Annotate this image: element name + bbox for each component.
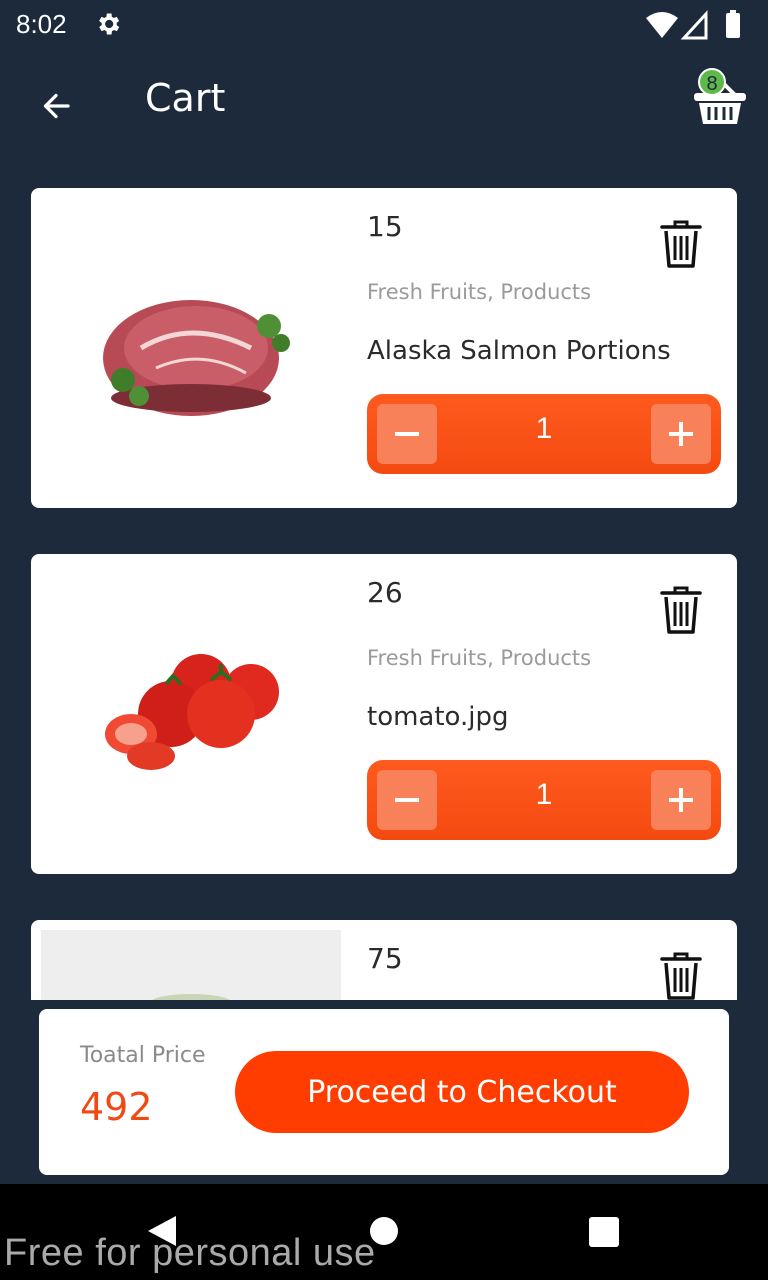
watermark: Free for personal use bbox=[4, 1232, 376, 1274]
item-price: 15 bbox=[367, 210, 403, 243]
delete-button[interactable] bbox=[659, 950, 703, 1000]
total-price-value: 492 bbox=[80, 1085, 153, 1129]
page-title: Cart bbox=[145, 76, 226, 120]
total-price-label: Toatal Price bbox=[80, 1043, 206, 1068]
status-time: 8:02 bbox=[16, 9, 67, 39]
trash-icon bbox=[660, 586, 702, 634]
battery-icon bbox=[726, 13, 740, 38]
trash-icon bbox=[660, 952, 702, 1000]
nav-recents-icon[interactable] bbox=[589, 1217, 619, 1247]
back-button[interactable] bbox=[32, 82, 80, 130]
minus-icon bbox=[395, 432, 419, 436]
product-image-meat bbox=[41, 198, 341, 498]
cart-item: 75 bbox=[31, 920, 737, 1000]
delete-button[interactable] bbox=[659, 584, 703, 636]
wifi-icon bbox=[646, 12, 678, 38]
product-image-tomatoes bbox=[41, 564, 341, 864]
signal-icon bbox=[680, 10, 708, 40]
quantity-value: 1 bbox=[535, 412, 553, 445]
item-name: Alaska Salmon Portions bbox=[367, 336, 671, 366]
cart-list[interactable]: 15 Fresh Fruits, Products Alaska Salmon … bbox=[31, 188, 737, 1000]
item-category: Fresh Fruits, Products bbox=[367, 646, 592, 670]
quantity-stepper: 1 bbox=[367, 760, 721, 840]
checkout-card: Toatal Price 492 Proceed to Checkout bbox=[39, 1009, 729, 1175]
increment-button[interactable] bbox=[651, 404, 711, 464]
plus-icon bbox=[669, 788, 693, 812]
cart-item: 26 Fresh Fruits, Products tomato.jpg 1 bbox=[31, 554, 737, 874]
quantity-stepper: 1 bbox=[367, 394, 721, 474]
product-image-partial bbox=[41, 930, 341, 1000]
quantity-value: 1 bbox=[535, 778, 553, 811]
decrement-button[interactable] bbox=[377, 404, 437, 464]
plus-icon bbox=[669, 422, 693, 446]
item-price: 26 bbox=[367, 576, 403, 609]
arrow-left-icon bbox=[43, 93, 70, 119]
item-price: 75 bbox=[367, 942, 403, 975]
minus-icon bbox=[395, 798, 419, 802]
checkout-button[interactable]: Proceed to Checkout bbox=[235, 1051, 689, 1133]
system-status-icons bbox=[646, 10, 740, 40]
decrement-button[interactable] bbox=[377, 770, 437, 830]
cart-basket-button[interactable]: 8 bbox=[692, 66, 748, 128]
item-name: tomato.jpg bbox=[367, 702, 509, 732]
status-bar: 8:02 bbox=[0, 0, 768, 50]
increment-button[interactable] bbox=[651, 770, 711, 830]
trash-icon bbox=[660, 220, 702, 268]
cart-count-badge: 8 bbox=[698, 68, 726, 96]
gear-icon bbox=[99, 13, 120, 35]
delete-button[interactable] bbox=[659, 218, 703, 270]
cart-item: 15 Fresh Fruits, Products Alaska Salmon … bbox=[31, 188, 737, 508]
app-bar: Cart 8 bbox=[0, 50, 768, 160]
item-category: Fresh Fruits, Products bbox=[367, 280, 592, 304]
